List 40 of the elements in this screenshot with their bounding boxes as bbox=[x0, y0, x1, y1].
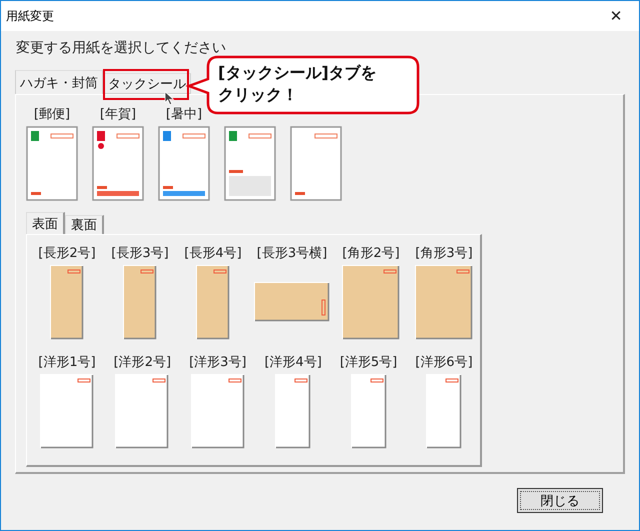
envelope-label: [洋形1号] bbox=[38, 354, 96, 371]
tab[interactable]: ハガキ・封筒 bbox=[15, 70, 103, 94]
envelope-label: [長形4号] bbox=[184, 245, 242, 262]
postcard-label: [郵便] bbox=[34, 106, 70, 123]
postcard-thumbnail[interactable] bbox=[26, 126, 78, 201]
envelope-label: [洋形3号] bbox=[189, 354, 246, 371]
envelope-label: [洋形6号] bbox=[415, 354, 473, 371]
tab[interactable]: 表面 bbox=[26, 212, 65, 234]
envelope-thumbnail[interactable] bbox=[350, 374, 387, 449]
envelope-thumbnail[interactable] bbox=[123, 265, 157, 340]
envelope-thumbnail[interactable] bbox=[426, 374, 462, 449]
envelope-thumbnail[interactable] bbox=[190, 374, 245, 449]
close-dialog-button[interactable]: 閉じる bbox=[517, 488, 603, 513]
envelope-thumbnail[interactable] bbox=[50, 265, 84, 340]
envelope-label: [長形2号] bbox=[38, 245, 96, 262]
envelope-label: [角形2号] bbox=[342, 245, 400, 262]
envelope-thumbnail[interactable] bbox=[254, 282, 330, 322]
postcard-thumbnail[interactable] bbox=[290, 126, 342, 201]
postcard-label: [年賀] bbox=[100, 106, 136, 123]
envelope-label: [洋形4号] bbox=[264, 354, 322, 371]
envelope-thumbnail[interactable] bbox=[415, 265, 473, 340]
envelope-label: [角形3号] bbox=[415, 245, 473, 262]
envelope-label: [洋形5号] bbox=[340, 354, 398, 371]
envelope-thumbnail[interactable] bbox=[342, 265, 400, 340]
envelope-thumbnail[interactable] bbox=[275, 374, 312, 449]
postcard-thumbnail[interactable] bbox=[224, 126, 276, 201]
window-title: 用紙変更 bbox=[6, 8, 54, 24]
postcard-label: [暑中] bbox=[166, 106, 202, 123]
envelope-thumbnail[interactable] bbox=[115, 374, 170, 449]
callout-text: [タックシール]タブを クリック！ bbox=[218, 62, 377, 106]
envelope-label: [長形3号横] bbox=[256, 245, 328, 262]
envelope-label: [洋形2号] bbox=[114, 354, 172, 371]
envelope-label: [長形3号] bbox=[111, 245, 169, 262]
postcard-thumbnail[interactable] bbox=[92, 126, 144, 201]
tab[interactable]: 裏面 bbox=[65, 215, 104, 234]
tab[interactable]: タックシール bbox=[103, 73, 191, 94]
envelope-thumbnail[interactable] bbox=[196, 265, 230, 340]
instruction-text: 変更する用紙を選択してください bbox=[16, 39, 227, 58]
postcard-thumbnail[interactable] bbox=[158, 126, 210, 201]
envelope-thumbnail[interactable] bbox=[40, 374, 94, 449]
